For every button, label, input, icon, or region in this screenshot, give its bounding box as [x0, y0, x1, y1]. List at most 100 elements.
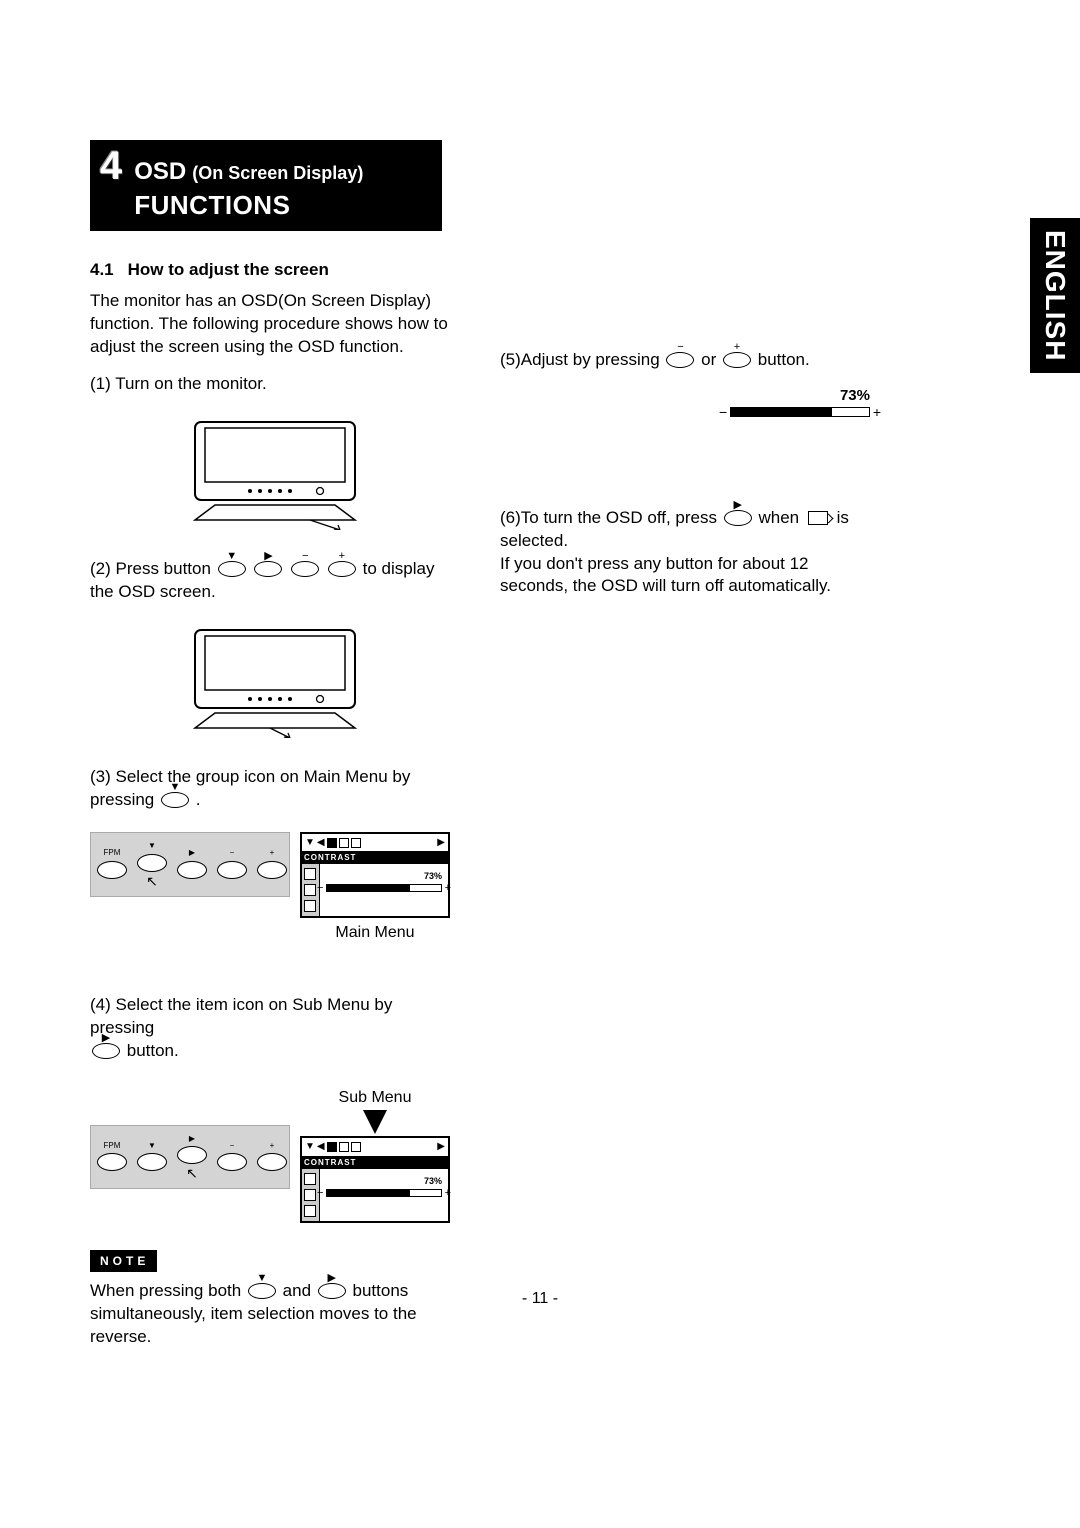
btn-cap-right: ▶: [189, 848, 195, 859]
sub-menu-figure: FPM ▼ ▶↖ − + Sub Menu ▼ ◀: [90, 1083, 460, 1223]
note-label: NOTE: [90, 1250, 157, 1272]
step-4-text-a: (4) Select the item icon on Sub Menu by …: [90, 995, 392, 1037]
btn-cap-down: ▼: [148, 1141, 156, 1152]
osd-top-icon: [351, 1142, 361, 1152]
subsection-number: 4.1: [90, 260, 114, 279]
osd-bar-fill: [327, 885, 410, 891]
step-5-text-b: button.: [758, 350, 810, 369]
section-title-sub: FUNCTIONS: [134, 188, 363, 223]
section-title-paren: (On Screen Display): [192, 161, 363, 185]
right-button-icon: [177, 861, 207, 879]
step-6: (6)To turn the OSD off, press when is se…: [500, 507, 870, 599]
minus-button-icon: [291, 561, 319, 577]
osd-top-icon: [327, 838, 337, 848]
btn-cap-plus: +: [270, 1141, 275, 1152]
plus-button-icon: [257, 1153, 287, 1171]
osd-top-left-icon: ◀: [317, 1140, 325, 1154]
osd-side-icon: [304, 1205, 316, 1217]
step-2: (2) Press button to display the OSD scre…: [90, 558, 460, 604]
down-button-icon: [137, 1153, 167, 1171]
btn-cap-right: ▶: [189, 1134, 195, 1145]
osd-title: CONTRAST: [302, 852, 448, 864]
left-column: 4.1 How to adjust the screen The monitor …: [90, 259, 460, 1362]
step-3-text-a: (3) Select the group icon on Main Menu b…: [90, 767, 410, 809]
osd-side-icon: [304, 884, 316, 896]
right-button-icon: [92, 1043, 120, 1059]
subsection-heading: 4.1 How to adjust the screen: [90, 259, 460, 282]
page-number: - 11 -: [0, 1288, 1080, 1310]
osd-top-down-icon: ▼: [305, 1140, 315, 1154]
step-6-tail: If you don't press any button for about …: [500, 554, 831, 596]
osd-top-down-icon: ▼: [305, 836, 315, 850]
osd-title: CONTRAST: [302, 1157, 448, 1169]
osd-top-icon: [339, 1142, 349, 1152]
step-3: (3) Select the group icon on Main Menu b…: [90, 766, 460, 812]
main-menu-caption: Main Menu: [300, 922, 450, 944]
section-title-main: OSD: [134, 156, 186, 188]
osd-value: 73%: [326, 870, 442, 882]
monitor-figure-1: [90, 420, 460, 530]
plus-button-icon: [723, 352, 751, 368]
osd-top-left-icon: ◀: [317, 836, 325, 850]
osd-side-icon: [304, 868, 316, 880]
step-1: (1) Turn on the monitor.: [90, 373, 460, 396]
osd-top-icon: [327, 1142, 337, 1152]
down-button-icon: [161, 792, 189, 808]
main-menu-figure: FPM ▼↖ ▶ − + ▼ ◀: [90, 832, 460, 944]
osd-panel-main: ▼ ◀ ▶ CONTRAST: [300, 832, 450, 918]
btn-cap-minus: −: [230, 848, 235, 859]
btn-cap-minus: −: [230, 1141, 235, 1152]
plus-button-icon: [328, 561, 356, 577]
page-content: 4 OSD (On Screen Display) FUNCTIONS 4.1 H…: [90, 140, 990, 1363]
intro-text: The monitor has an OSD(On Screen Display…: [90, 290, 460, 359]
right-button-icon: [724, 510, 752, 526]
step-6-text-mid: when: [758, 508, 799, 527]
osd-top-icon: [351, 838, 361, 848]
down-button-icon: [218, 561, 246, 577]
right-column: (5)Adjust by pressing or button. 73% (6)…: [500, 259, 870, 1362]
osd-top-icon: [339, 838, 349, 848]
step-5-text-a: (5)Adjust by pressing: [500, 350, 660, 369]
down-button-icon: [137, 854, 167, 872]
button-strip: FPM ▼ ▶↖ − +: [90, 1125, 290, 1190]
minus-button-icon: [217, 861, 247, 879]
osd-value: 73%: [326, 1175, 442, 1187]
osd-top-right-icon: ▶: [437, 1140, 445, 1154]
progress-value: 73%: [730, 386, 870, 406]
osd-side-icon: [304, 1173, 316, 1185]
osd-bar-fill: [327, 1190, 410, 1196]
progress-figure: 73%: [730, 386, 870, 416]
fpm-button-icon: [97, 1153, 127, 1171]
section-header: 4 OSD (On Screen Display) FUNCTIONS: [90, 140, 442, 231]
step-2-text-a: (2) Press button: [90, 559, 211, 578]
button-strip: FPM ▼↖ ▶ − +: [90, 832, 290, 897]
section-number: 4: [100, 146, 122, 186]
language-tab: ENGLISH: [1030, 218, 1080, 373]
minus-button-icon: [217, 1153, 247, 1171]
arrow-down-icon: [363, 1110, 387, 1134]
step-3-text-b: .: [196, 790, 201, 809]
osd-side-icon: [304, 1189, 316, 1201]
progress-fill: [731, 408, 832, 416]
btn-cap-down: ▼: [148, 841, 156, 852]
monitor-figure-2: [90, 628, 460, 738]
step-6-text-a: (6)To turn the OSD off, press: [500, 508, 717, 527]
subsection-title: How to adjust the screen: [128, 260, 329, 279]
osd-top-right-icon: ▶: [437, 836, 445, 850]
step-5: (5)Adjust by pressing or button.: [500, 349, 870, 372]
step-4-text-b: button.: [127, 1041, 179, 1060]
plus-button-icon: [257, 861, 287, 879]
btn-cap-plus: +: [270, 848, 275, 859]
sub-menu-caption: Sub Menu: [300, 1087, 450, 1109]
exit-osd-icon: [808, 511, 828, 525]
osd-panel-sub: ▼ ◀ ▶ CONTRAST: [300, 1136, 450, 1222]
fpm-button-icon: [97, 861, 127, 879]
step-5-text-mid: or: [701, 350, 716, 369]
btn-cap-fpm: FPM: [104, 848, 121, 859]
right-button-icon: [254, 561, 282, 577]
btn-cap-fpm: FPM: [104, 1141, 121, 1152]
right-button-icon: [177, 1146, 207, 1164]
step-4: (4) Select the item icon on Sub Menu by …: [90, 994, 460, 1063]
minus-button-icon: [666, 352, 694, 368]
osd-side-icon: [304, 900, 316, 912]
